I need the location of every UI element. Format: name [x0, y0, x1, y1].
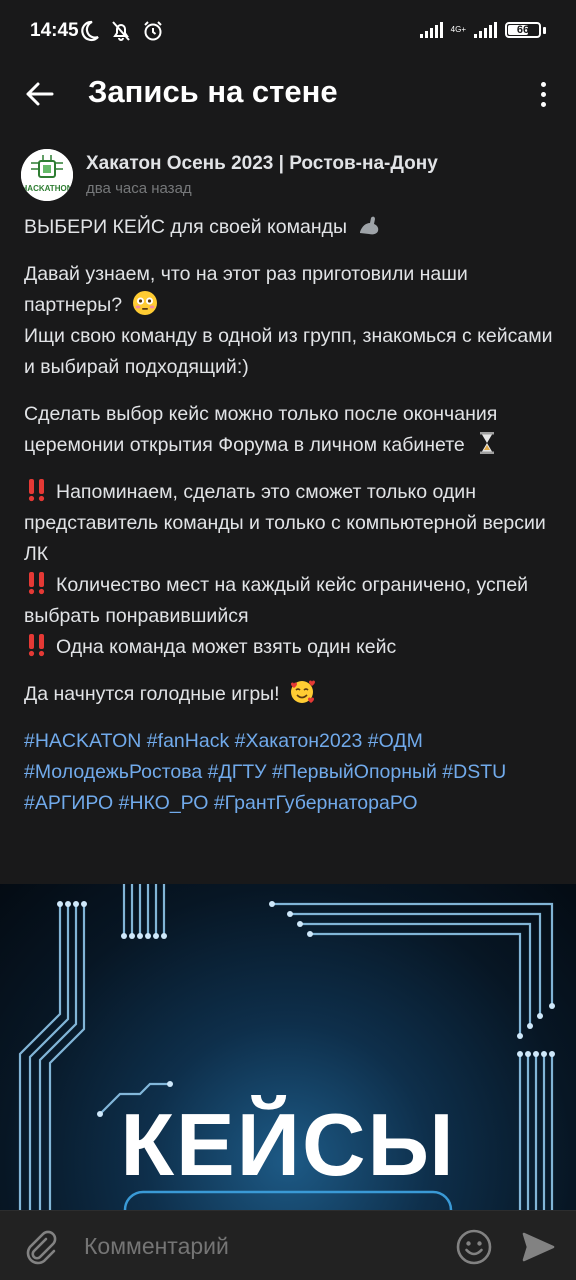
double-exclamation-icon [24, 632, 50, 658]
attach-button[interactable] [22, 1229, 58, 1265]
battery-icon: 66 [505, 22, 541, 38]
more-options-button[interactable] [528, 74, 558, 114]
post-text-line: Да начнутся голодные игры! [24, 683, 280, 705]
page-title: Запись на стене [88, 74, 338, 109]
post-text-line: Одна команда может взять один кейс [56, 636, 397, 658]
send-button[interactable] [520, 1229, 556, 1265]
smile-icon [456, 1229, 492, 1265]
post-body: ВЫБЕРИ КЕЙС для своей команды Давай узна… [24, 212, 556, 835]
moon-icon [78, 19, 100, 43]
double-exclamation-icon [24, 570, 50, 596]
post-paragraph: Да начнутся голодные игры! [24, 679, 556, 710]
comment-bar [0, 1210, 576, 1280]
status-icons-left [78, 19, 164, 43]
flushed-face-emoji-icon [132, 290, 158, 316]
post-paragraph: Напоминаем, сделать это сможет только од… [24, 477, 556, 663]
alarm-icon [142, 19, 164, 43]
muted-bell-icon [110, 19, 132, 43]
status-time: 14:45 [30, 20, 79, 41]
more-dot-icon [540, 91, 546, 97]
battery-level: 66 [516, 24, 530, 36]
signal-icon-2 [474, 22, 497, 38]
network-type-label: 4G+ [450, 25, 466, 34]
avatar[interactable]: HACKATHON [21, 149, 73, 201]
post-text-line: Ищи свою команду в одной из групп, знако… [24, 325, 553, 378]
double-exclamation-icon [24, 477, 50, 503]
post-image-banner[interactable]: КЕЙСЫ [0, 884, 576, 1210]
paperclip-icon [26, 1230, 57, 1265]
comment-input[interactable] [84, 1227, 444, 1265]
post-paragraph: Сделать выбор кейс можно только после ок… [24, 399, 556, 461]
send-icon [522, 1232, 555, 1262]
flexed-biceps-emoji-icon [356, 212, 382, 238]
back-button[interactable] [18, 72, 62, 116]
hackathon-logo-icon: HACKATHON [21, 149, 73, 201]
hashtags[interactable]: #HACKATON #fanHack #Хакатон2023 #ОДМ #Мо… [24, 726, 556, 819]
app-bar: Запись на стене [0, 64, 576, 120]
status-icons-right: 4G+ 66 [419, 22, 546, 38]
post-time: два часа назад [86, 180, 192, 197]
emoji-button[interactable] [455, 1228, 493, 1266]
more-dot-icon [540, 81, 546, 87]
post-paragraph: Давай узнаем, что на этот раз приготовил… [24, 259, 556, 383]
post-author[interactable]: Хакатон Осень 2023 | Ростов-на-Дону [86, 153, 438, 175]
smiling-face-with-hearts-emoji-icon [289, 679, 316, 705]
post-text-line: Количество мест на каждый кейс ограничен… [24, 574, 529, 627]
battery-nub [543, 26, 546, 34]
hourglass-emoji-icon [474, 430, 500, 456]
banner-title: КЕЙСЫ [120, 1095, 456, 1194]
status-bar: 14:45 4G+ 66 [0, 0, 576, 64]
post-paragraph: ВЫБЕРИ КЕЙС для своей команды [24, 212, 556, 243]
avatar-text: HACKATHON [22, 184, 73, 193]
arrow-left-icon [26, 82, 54, 106]
post-text-line: Напоминаем, сделать это сможет только од… [24, 481, 546, 565]
post-header: HACKATHON Хакатон Осень 2023 | Ростов-на… [0, 140, 576, 210]
post-text-line: ВЫБЕРИ КЕЙС для своей команды [24, 216, 348, 238]
signal-icon [419, 22, 443, 38]
post-text-line: Давай узнаем, что на этот раз приготовил… [24, 263, 468, 316]
more-dot-icon [540, 101, 546, 107]
post-text-line: Сделать выбор кейс можно только после ок… [24, 403, 498, 456]
